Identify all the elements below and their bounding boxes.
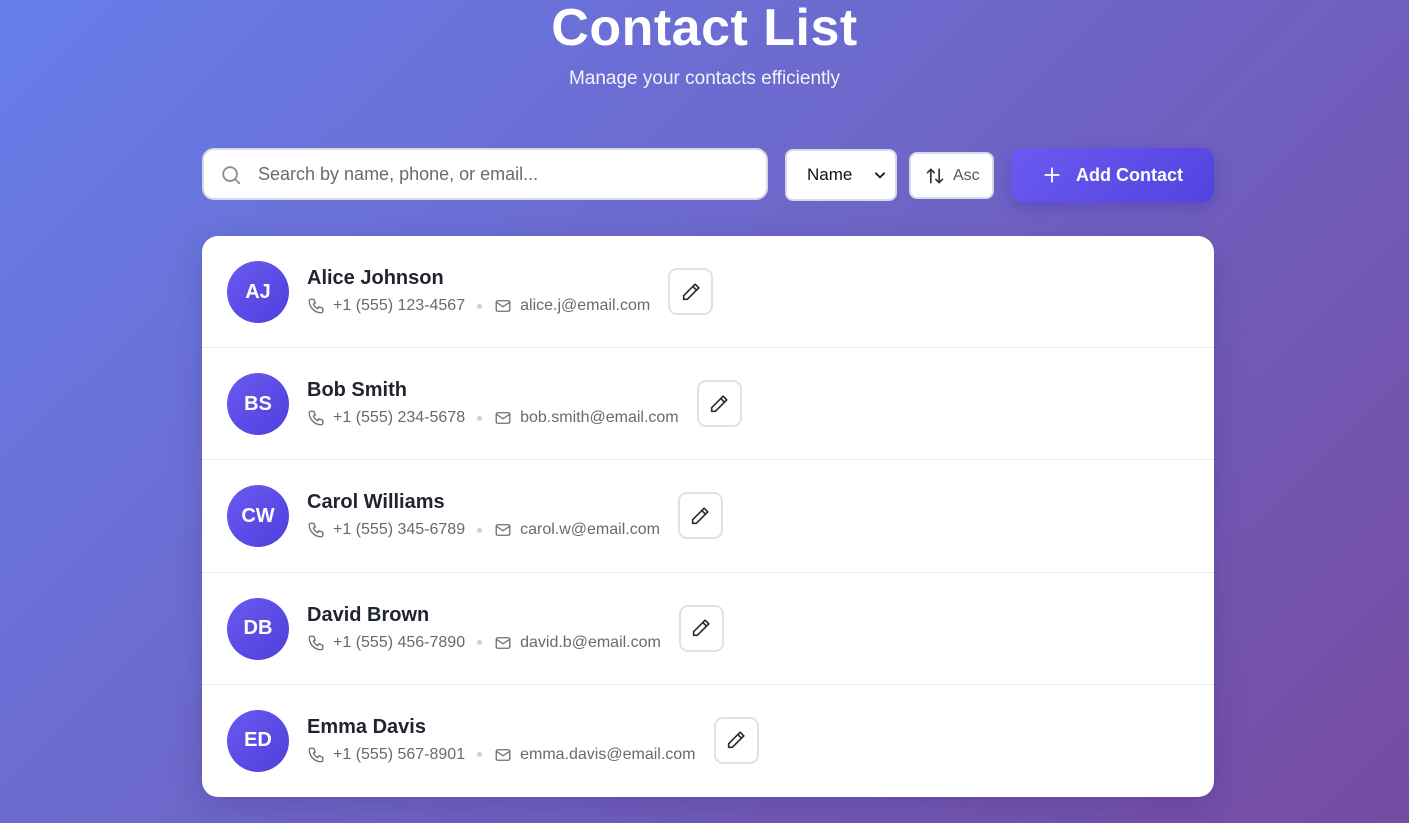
search-box[interactable] xyxy=(202,148,768,200)
toolbar: Name Asc Add Contact xyxy=(202,148,1214,202)
avatar: ED xyxy=(227,709,289,772)
meta-separator xyxy=(477,752,483,758)
phone-icon xyxy=(308,635,324,650)
meta-separator xyxy=(477,527,483,533)
contact-name: Emma Davis xyxy=(307,715,426,738)
pencil-icon xyxy=(727,731,745,749)
add-contact-label: Add Contact xyxy=(1076,164,1183,185)
plus-icon xyxy=(1044,167,1060,183)
avatar: BS xyxy=(227,373,289,436)
mail-icon xyxy=(495,412,511,425)
contact-row: BS Bob Smith +1 (555) 234-5678 bob.smith… xyxy=(202,348,1214,461)
mail-icon xyxy=(495,748,511,761)
avatar: DB xyxy=(227,597,289,660)
sort-select[interactable]: Name xyxy=(785,149,897,201)
contact-email: carol.w@email.com xyxy=(520,521,660,539)
page-title: Contact List xyxy=(551,0,858,57)
sort-selected-value: Name xyxy=(807,165,853,184)
contact-email: david.b@email.com xyxy=(520,633,661,651)
contact-row: ED Emma Davis +1 (555) 567-8901 emma.dav… xyxy=(202,685,1214,797)
phone-icon xyxy=(308,298,324,314)
pencil-icon xyxy=(710,395,728,412)
pencil-icon xyxy=(682,282,700,300)
mail-icon xyxy=(495,636,511,649)
edit-contact-button[interactable] xyxy=(678,604,724,652)
contact-phone: +1 (555) 234-5678 xyxy=(333,409,466,427)
add-contact-button[interactable]: Add Contact xyxy=(1011,148,1214,202)
contact-name: Bob Smith xyxy=(307,379,407,402)
edit-contact-button[interactable] xyxy=(696,380,742,428)
contact-name: David Brown xyxy=(307,603,430,626)
contact-phone: +1 (555) 345-6789 xyxy=(333,521,466,539)
contact-row: AJ Alice Johnson +1 (555) 123-4567 alice… xyxy=(202,236,1214,349)
phone-icon xyxy=(308,410,324,426)
contact-name: Carol Williams xyxy=(307,491,445,514)
pencil-icon xyxy=(692,507,710,525)
pencil-icon xyxy=(693,619,710,637)
avatar: CW xyxy=(227,485,289,548)
avatar: AJ xyxy=(227,261,289,323)
contact-email: bob.smith@email.com xyxy=(520,409,679,427)
meta-separator xyxy=(477,303,483,309)
chevron-down-icon xyxy=(875,172,885,179)
sort-arrows-icon xyxy=(926,168,944,183)
mail-icon xyxy=(495,300,511,312)
contact-name: Alice Johnson xyxy=(307,267,444,289)
contact-email: emma.davis@email.com xyxy=(520,745,696,763)
contact-row: CW Carol Williams +1 (555) 345-6789 caro… xyxy=(202,460,1214,573)
meta-separator xyxy=(477,640,483,646)
phone-icon xyxy=(308,522,324,538)
contact-email: alice.j@email.com xyxy=(520,297,651,314)
contact-row: DB David Brown +1 (555) 456-7890 david.b… xyxy=(202,573,1214,685)
contact-phone: +1 (555) 567-8901 xyxy=(333,745,466,763)
page-header: Contact List Manage your contacts effici… xyxy=(0,0,1409,91)
page-subtitle: Manage your contacts efficiently xyxy=(568,68,841,89)
edit-contact-button[interactable] xyxy=(677,492,723,540)
search-input[interactable] xyxy=(258,150,758,198)
edit-contact-button[interactable] xyxy=(713,716,759,764)
contact-phone: +1 (555) 123-4567 xyxy=(333,297,466,314)
meta-separator xyxy=(477,415,483,421)
sort-order-label: Asc xyxy=(953,166,980,184)
edit-contact-button[interactable] xyxy=(668,268,714,315)
search-icon xyxy=(222,166,241,185)
contact-list: AJ Alice Johnson +1 (555) 123-4567 alice… xyxy=(202,236,1214,797)
sort-order-button[interactable]: Asc xyxy=(909,152,994,199)
mail-icon xyxy=(495,524,511,537)
contact-phone: +1 (555) 456-7890 xyxy=(333,633,466,651)
phone-icon xyxy=(308,747,324,763)
